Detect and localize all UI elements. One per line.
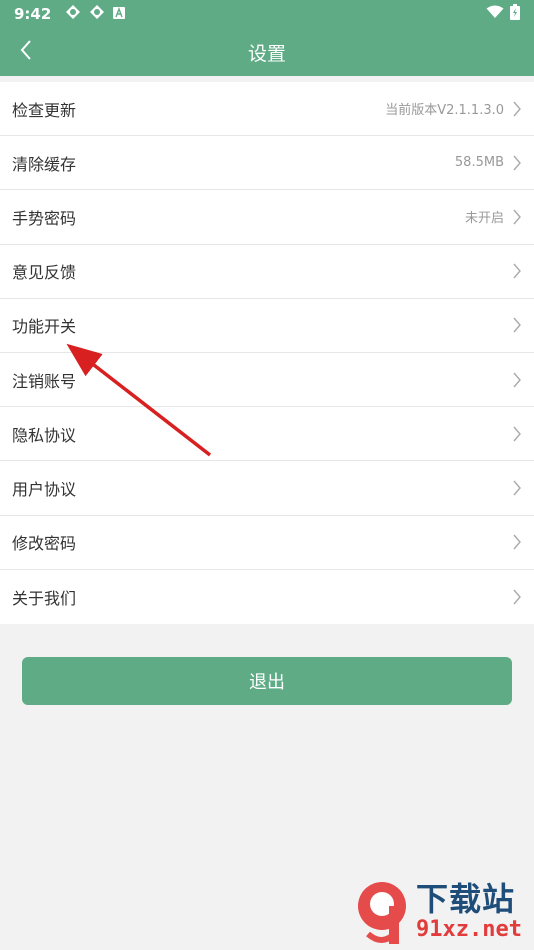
chevron-right-icon [512, 209, 522, 225]
menu-item-value: 当前版本V2.1.1.3.0 [385, 103, 504, 119]
chevron-right-icon [512, 372, 522, 388]
menu-item-value: 未开启 [464, 211, 504, 227]
menu-item-label: 清除缓存 [12, 154, 77, 174]
menu-item-cancel-account[interactable]: 注销账号 [0, 353, 534, 408]
notification-icon [65, 4, 81, 24]
app-icon [113, 5, 126, 23]
wifi-icon [486, 5, 504, 23]
menu-item-clear-cache[interactable]: 清除缓存 58.5MB [0, 136, 534, 191]
watermark-logo-icon [358, 882, 406, 944]
menu-item-privacy-policy[interactable]: 隐私协议 [0, 407, 534, 462]
menu-item-feedback[interactable]: 意见反馈 [0, 245, 534, 299]
chevron-right-icon [512, 101, 522, 117]
menu-item-check-update[interactable]: 检查更新 当前版本V2.1.1.3.0 [0, 82, 534, 137]
app-bar: 设置 [0, 28, 534, 76]
menu-item-value: 58.5MB [454, 155, 504, 171]
menu-item-label: 用户协议 [12, 479, 77, 499]
battery-icon [510, 4, 520, 24]
menu-item-user-agreement[interactable]: 用户协议 [0, 461, 534, 516]
status-bar: 9:42 [0, 0, 534, 28]
logout-button[interactable]: 退出 [22, 657, 512, 705]
menu-item-about-us[interactable]: 关于我们 [0, 570, 534, 624]
notification-icon [89, 4, 105, 24]
menu-item-label: 功能开关 [12, 317, 77, 337]
chevron-right-icon [512, 155, 522, 171]
menu-item-label: 隐私协议 [12, 425, 77, 445]
watermark-site: 91xz.net [416, 917, 522, 942]
menu-item-gesture-password[interactable]: 手势密码 未开启 [0, 190, 534, 245]
chevron-left-icon [19, 39, 33, 65]
chevron-right-icon [512, 263, 522, 279]
settings-list: 检查更新 当前版本V2.1.1.3.0 清除缓存 58.5MB 手势密码 未开启… [0, 82, 534, 624]
watermark-title: 下载站 [416, 880, 516, 918]
chevron-right-icon [512, 426, 522, 442]
menu-item-label: 检查更新 [12, 100, 77, 120]
page-title: 设置 [247, 42, 286, 65]
status-icons-left [65, 4, 126, 24]
watermark: 下载站 91xz.net [354, 876, 530, 948]
menu-item-feature-switch[interactable]: 功能开关 [0, 299, 534, 353]
status-icons-right [486, 4, 520, 24]
chevron-right-icon [512, 480, 522, 496]
chevron-right-icon [512, 534, 522, 550]
chevron-right-icon [512, 317, 522, 333]
status-time: 9:42 [14, 5, 52, 23]
back-button[interactable] [12, 38, 40, 66]
menu-item-label: 意见反馈 [12, 263, 77, 283]
menu-item-change-password[interactable]: 修改密码 [0, 516, 534, 570]
menu-item-label: 关于我们 [12, 588, 77, 608]
menu-item-label: 注销账号 [12, 371, 77, 391]
chevron-right-icon [512, 589, 522, 605]
menu-item-label: 修改密码 [12, 534, 77, 554]
menu-item-label: 手势密码 [12, 208, 77, 228]
